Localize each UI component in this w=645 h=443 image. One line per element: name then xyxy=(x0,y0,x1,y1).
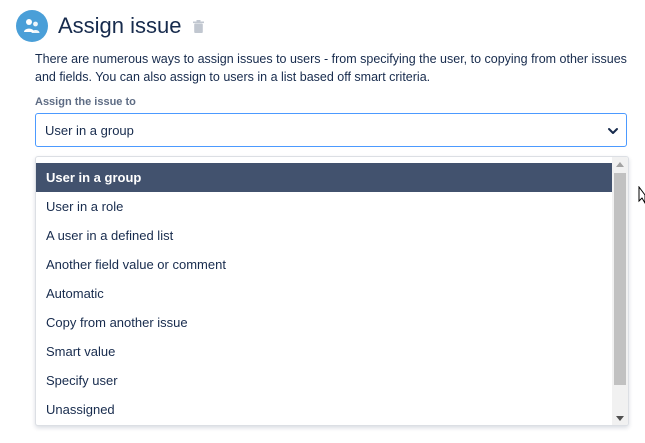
scroll-down-arrow-icon[interactable] xyxy=(612,411,628,425)
option-specify-user[interactable]: Specify user xyxy=(36,366,613,395)
select-value: User in a group xyxy=(45,122,134,138)
header: Assign issue xyxy=(16,10,206,42)
option-copy-from-another-issue[interactable]: Copy from another issue xyxy=(36,308,613,337)
option-user-in-a-group[interactable]: User in a group xyxy=(36,163,613,192)
trash-icon[interactable] xyxy=(192,18,206,34)
option-automatic[interactable]: Automatic xyxy=(36,279,613,308)
description-text: There are numerous ways to assign issues… xyxy=(35,52,627,84)
scroll-up-arrow-icon[interactable] xyxy=(612,157,628,171)
dropdown-scrollbar[interactable] xyxy=(612,157,628,425)
assign-to-label: Assign the issue to xyxy=(35,96,136,108)
mouse-cursor-icon xyxy=(638,185,645,204)
chevron-down-icon[interactable] xyxy=(607,124,619,136)
option-user-in-defined-list[interactable]: A user in a defined list xyxy=(36,221,613,250)
users-icon xyxy=(16,10,48,42)
assign-issue-panel: Assign issue There are numerous ways to … xyxy=(0,0,645,443)
option-unassigned[interactable]: Unassigned xyxy=(36,395,613,424)
option-list: User in a group User in a role A user in… xyxy=(36,163,613,424)
option-smart-value[interactable]: Smart value xyxy=(36,337,613,366)
option-another-field-value[interactable]: Another field value or comment xyxy=(36,250,613,279)
scroll-thumb[interactable] xyxy=(614,173,626,385)
assign-to-dropdown-menu: User in a group User in a role A user in… xyxy=(35,156,629,426)
page-title: Assign issue xyxy=(58,13,182,38)
assign-to-select[interactable]: User in a group xyxy=(35,113,627,147)
option-user-in-a-role[interactable]: User in a role xyxy=(36,192,613,221)
